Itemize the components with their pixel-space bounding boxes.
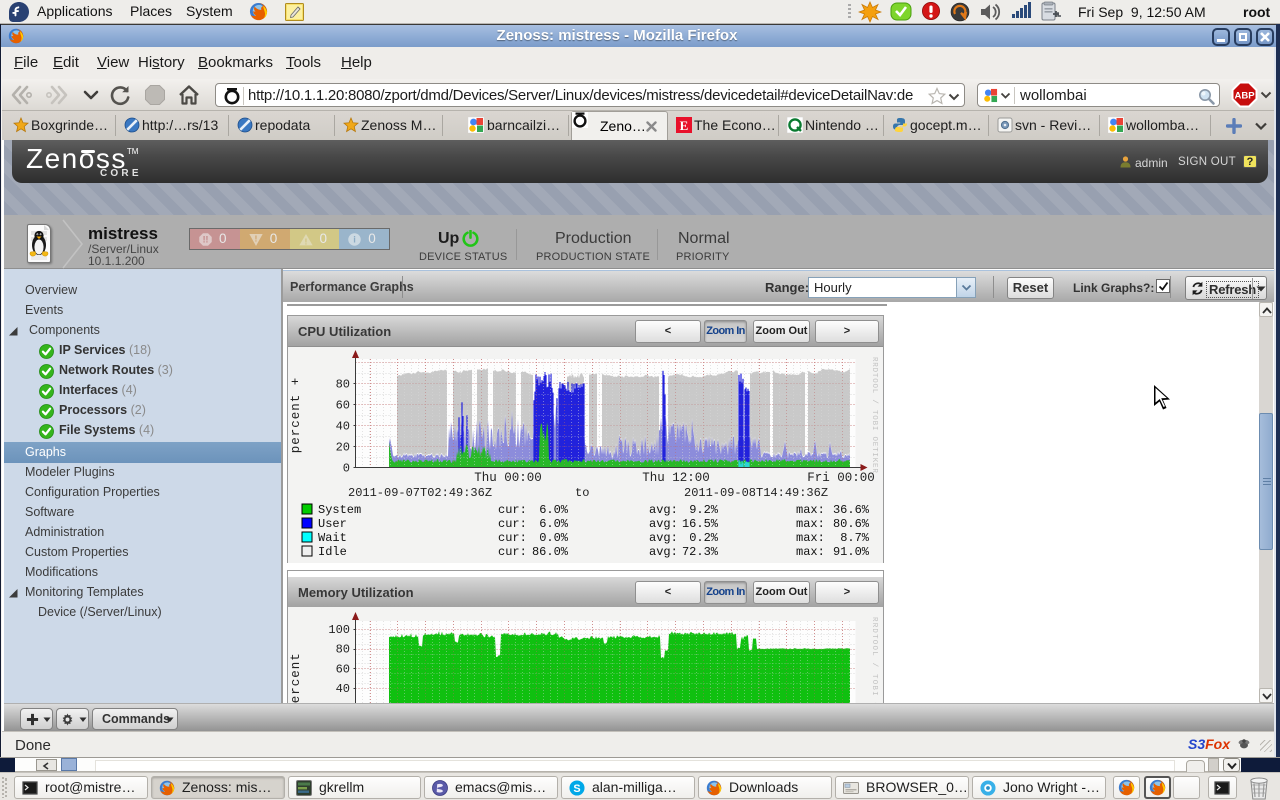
svg-text:80: 80 bbox=[336, 643, 350, 657]
svg-text:max:: max: bbox=[796, 545, 825, 559]
svg-text:percent: percent bbox=[289, 652, 303, 704]
svg-text:60: 60 bbox=[336, 662, 350, 676]
svg-text:!: ! bbox=[304, 238, 307, 247]
svg-text:6.0%: 6.0% bbox=[539, 517, 569, 531]
svg-text:User: User bbox=[318, 517, 347, 531]
svg-text:72.3%: 72.3% bbox=[682, 545, 719, 559]
svg-text:to: to bbox=[575, 486, 589, 500]
svg-text:cur:: cur: bbox=[498, 503, 527, 517]
svg-text:20: 20 bbox=[336, 440, 350, 454]
svg-text:Fri 00:00: Fri 00:00 bbox=[807, 471, 875, 485]
svg-text:9.2%: 9.2% bbox=[689, 503, 719, 517]
svg-text:Thu 00:00: Thu 00:00 bbox=[474, 471, 542, 485]
svg-text:cur:: cur: bbox=[498, 517, 527, 531]
svg-text:i: i bbox=[353, 235, 356, 245]
svg-text:80.6%: 80.6% bbox=[833, 517, 870, 531]
svg-text:80: 80 bbox=[336, 377, 350, 391]
svg-text:!: ! bbox=[254, 234, 257, 243]
svg-text:0.2%: 0.2% bbox=[689, 531, 719, 545]
svg-text:RRDTOOL / TOBI OET: RRDTOOL / TOBI OET bbox=[870, 617, 878, 704]
svg-text:max:: max: bbox=[796, 531, 825, 545]
svg-text:ABP: ABP bbox=[1234, 91, 1255, 102]
svg-text:100: 100 bbox=[328, 623, 350, 637]
svg-text:!!: !! bbox=[203, 235, 209, 245]
svg-text:max:: max: bbox=[796, 503, 825, 517]
svg-text:8.7%: 8.7% bbox=[840, 531, 870, 545]
svg-text:avg:: avg: bbox=[649, 545, 678, 559]
svg-text:0.0%: 0.0% bbox=[539, 531, 569, 545]
svg-text:16.5%: 16.5% bbox=[682, 517, 719, 531]
svg-text:Wait: Wait bbox=[318, 531, 347, 545]
svg-text:2011-09-08T14:49:36Z: 2011-09-08T14:49:36Z bbox=[684, 486, 828, 500]
svg-text:6.0%: 6.0% bbox=[539, 503, 569, 517]
svg-text:avg:: avg: bbox=[649, 517, 678, 531]
svg-text:0: 0 bbox=[343, 462, 350, 476]
svg-text:E: E bbox=[680, 118, 689, 133]
svg-text:percent +: percent + bbox=[289, 377, 303, 454]
svg-text:S: S bbox=[573, 783, 580, 795]
svg-text:91.0%: 91.0% bbox=[833, 545, 870, 559]
svg-text:max:: max: bbox=[796, 517, 825, 531]
svg-text:2011-09-07T02:49:36Z: 2011-09-07T02:49:36Z bbox=[348, 486, 492, 500]
svg-text:avg:: avg: bbox=[649, 531, 678, 545]
svg-text:cur:: cur: bbox=[498, 545, 527, 559]
svg-text:System: System bbox=[318, 503, 361, 517]
svg-text:avg:: avg: bbox=[649, 503, 678, 517]
svg-text:36.6%: 36.6% bbox=[833, 503, 870, 517]
svg-text:40: 40 bbox=[336, 419, 350, 433]
svg-text:cur:: cur: bbox=[498, 531, 527, 545]
svg-text:RRDTOOL / TOBI OETIKER: RRDTOOL / TOBI OETIKER bbox=[870, 357, 878, 474]
svg-text:60: 60 bbox=[336, 398, 350, 412]
svg-text:40: 40 bbox=[336, 682, 350, 696]
svg-text:86.0%: 86.0% bbox=[532, 545, 569, 559]
svg-text:Thu 12:00: Thu 12:00 bbox=[642, 471, 710, 485]
svg-text:Idle: Idle bbox=[318, 545, 347, 559]
